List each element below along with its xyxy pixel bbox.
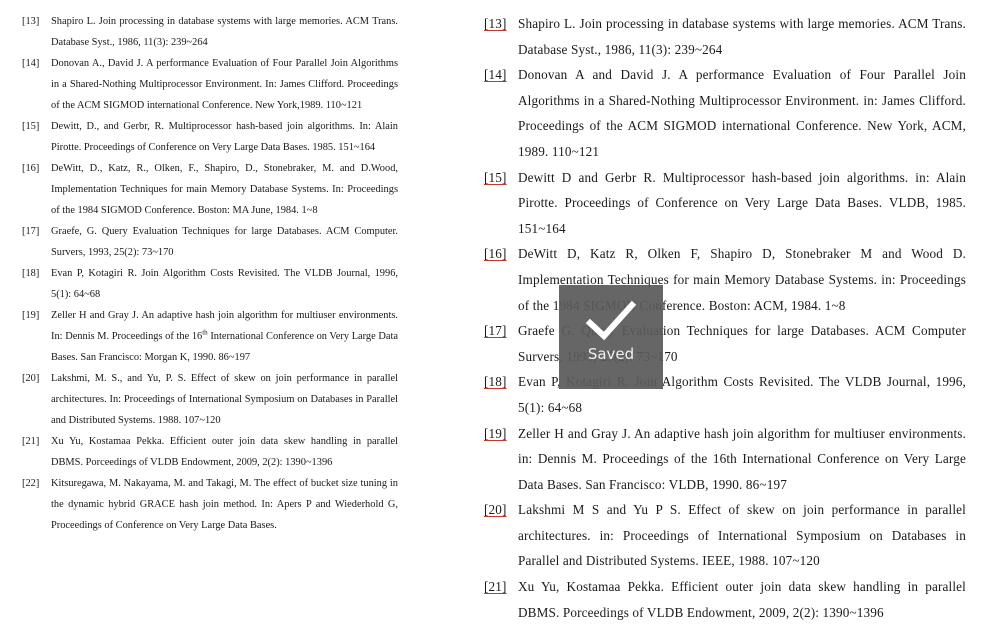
reference-text: Donovan A and David J. A performance Eva… bbox=[518, 67, 966, 159]
reference-number: [17] bbox=[22, 226, 40, 237]
checkmark-icon bbox=[585, 300, 637, 341]
toast-label: Saved bbox=[587, 345, 635, 363]
reference-item: [20] Lakshmi M S and Yu P S. Effect of s… bbox=[484, 497, 966, 574]
reference-number: [22] bbox=[22, 478, 40, 489]
reference-number[interactable]: [19] bbox=[484, 421, 518, 498]
reference-item: [15] Dewitt D and Gerbr R. Multiprocesso… bbox=[484, 165, 966, 242]
reference-link[interactable]: [20] bbox=[484, 502, 507, 517]
reference-item: [16] DeWitt, D., Katz, R., Olken, F., Sh… bbox=[22, 158, 398, 221]
reference-item: [18] Evan P, Kotagiri R. Join Algorithm … bbox=[22, 263, 398, 305]
reference-link[interactable]: [13] bbox=[484, 16, 507, 31]
reference-item: [21] Xu Yu, Kostamaa Pekka. Efficient ou… bbox=[484, 574, 966, 625]
reference-text: Xu Yu, Kostamaa Pekka. Efficient outer j… bbox=[518, 579, 966, 620]
reference-link[interactable]: [16] bbox=[484, 246, 507, 261]
saved-toast: Saved bbox=[559, 285, 663, 389]
reference-item: [17] Graefe, G. Query Evaluation Techniq… bbox=[22, 221, 398, 263]
reference-text: Dewitt D and Gerbr R. Multiprocessor has… bbox=[518, 169, 966, 236]
reference-link[interactable]: [17] bbox=[484, 323, 507, 338]
reference-item: [20] Lakshmi, M. S., and Yu, P. S. Effec… bbox=[22, 368, 398, 431]
reference-item: [14] Donovan A., David J. A performance … bbox=[22, 53, 398, 116]
reference-number[interactable]: [20] bbox=[484, 497, 518, 574]
reference-link[interactable]: [15] bbox=[484, 170, 507, 185]
reference-text: Lakshmi, M. S., and Yu, P. S. Effect of … bbox=[51, 373, 398, 426]
reference-text: Kitsuregawa, M. Nakayama, M. and Takagi,… bbox=[51, 478, 411, 531]
original-references-column: [13] Shapiro L. Join processing in datab… bbox=[22, 11, 398, 536]
reference-item: [17] Graefe G. Query Evaluation Techniqu… bbox=[484, 318, 966, 369]
reference-number[interactable]: [18] bbox=[484, 369, 518, 420]
reference-item: [22] Kitsuregawa, M. Nakayama, M. and Ta… bbox=[22, 473, 398, 536]
reference-text: Shapiro L. Join processing in database s… bbox=[51, 16, 398, 48]
reference-number[interactable]: [16] bbox=[484, 241, 518, 318]
reference-text: Evan P, Kotagiri R. Join Algorithm Costs… bbox=[51, 268, 398, 300]
reference-number[interactable]: [21] bbox=[484, 574, 518, 625]
reference-number: [21] bbox=[22, 436, 40, 447]
reference-number: [15] bbox=[22, 121, 40, 132]
reference-item: [21] Xu Yu, Kostamaa Pekka. Efficient ou… bbox=[22, 431, 398, 473]
reference-link[interactable]: [14] bbox=[484, 67, 507, 82]
reference-number: [20] bbox=[22, 373, 40, 384]
reference-text: Zeller H and Gray J. An adaptive hash jo… bbox=[518, 425, 966, 492]
reference-text: Lakshmi M S and Yu P S. Effect of skew o… bbox=[518, 502, 966, 569]
reference-item: [14] Donovan A and David J. A performanc… bbox=[484, 62, 966, 164]
reference-item: [19] Zeller H and Gray J. An adaptive ha… bbox=[22, 305, 398, 368]
reference-item: [16] DeWitt D, Katz R, Olken F, Shapiro … bbox=[484, 241, 966, 318]
reference-text: Xu Yu, Kostamaa Pekka. Efficient outer j… bbox=[51, 436, 398, 468]
reference-number[interactable]: [15] bbox=[484, 165, 518, 242]
reference-item: [19] Zeller H and Gray J. An adaptive ha… bbox=[484, 421, 966, 498]
reference-text: Donovan A., David J. A performance Evalu… bbox=[51, 58, 398, 111]
reference-number: [14] bbox=[22, 58, 40, 69]
reference-number: [18] bbox=[22, 268, 40, 279]
reference-text: Shapiro L. Join processing in database s… bbox=[518, 16, 966, 57]
reference-text: Dewitt, D., and Gerbr, R. Multiprocessor… bbox=[51, 121, 398, 153]
reference-item: [13] Shapiro L. Join processing in datab… bbox=[22, 11, 398, 53]
reference-number[interactable]: [13] bbox=[484, 11, 518, 62]
reference-number: [13] bbox=[22, 16, 40, 27]
reference-text: Zeller H and Gray J. An adaptive hash jo… bbox=[51, 305, 398, 368]
reference-link[interactable]: [21] bbox=[484, 579, 507, 594]
reference-number[interactable]: [14] bbox=[484, 62, 518, 164]
reference-number: [19] bbox=[22, 310, 40, 321]
reference-text: Graefe, G. Query Evaluation Techniques f… bbox=[51, 226, 398, 258]
reference-item: [13] Shapiro L. Join processing in datab… bbox=[484, 11, 966, 62]
reference-item: [18] Evan P, Kotagiri R. Join Algorithm … bbox=[484, 369, 966, 420]
reference-number: [16] bbox=[22, 163, 40, 174]
revised-references-column: [13] Shapiro L. Join processing in datab… bbox=[484, 11, 966, 625]
reference-number[interactable]: [17] bbox=[484, 318, 518, 369]
reference-link[interactable]: [19] bbox=[484, 426, 507, 441]
reference-link[interactable]: [18] bbox=[484, 374, 507, 389]
reference-text: DeWitt, D., Katz, R., Olken, F., Shapiro… bbox=[51, 163, 398, 216]
reference-item: [15] Dewitt, D., and Gerbr, R. Multiproc… bbox=[22, 116, 398, 158]
